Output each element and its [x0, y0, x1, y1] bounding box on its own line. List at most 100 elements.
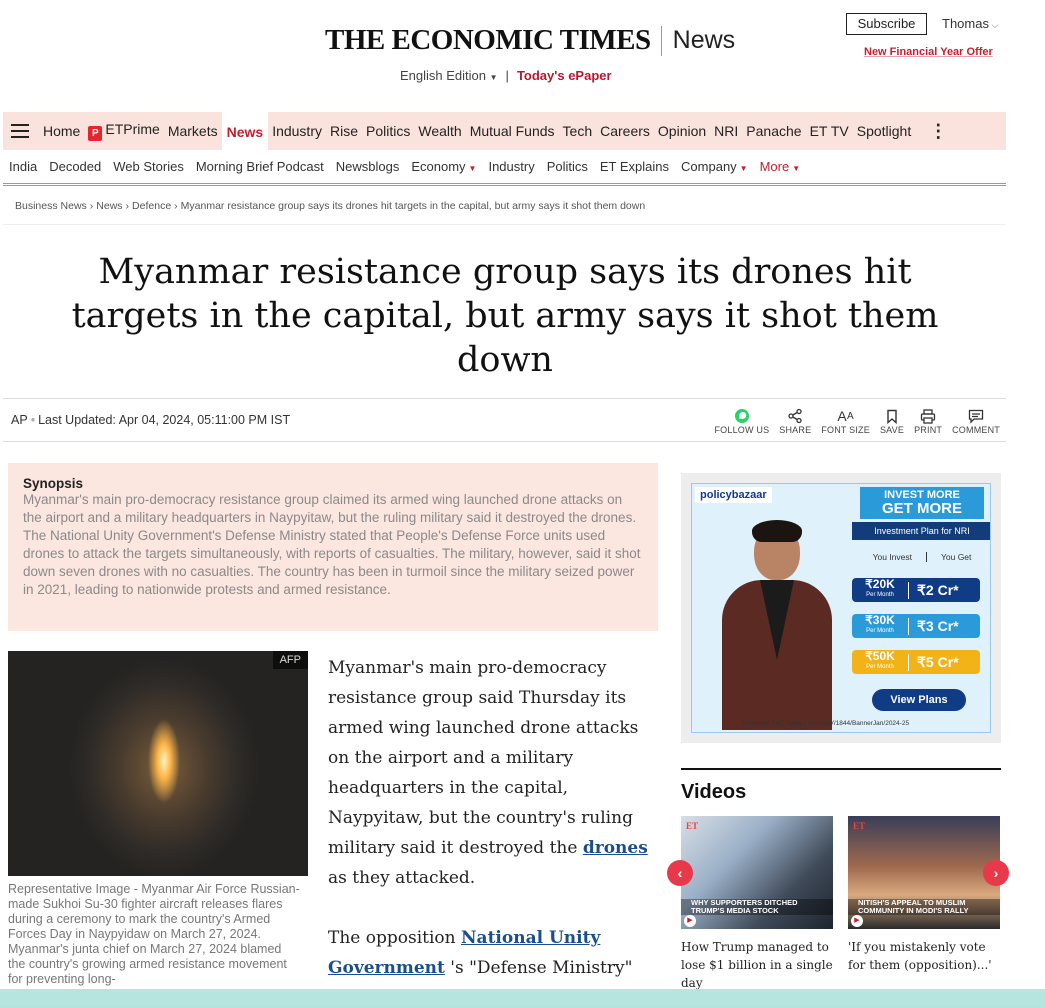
play-icon[interactable]: ▶: [851, 915, 863, 927]
breadcrumb-business-news[interactable]: Business News: [15, 200, 87, 212]
et-logo[interactable]: THE ECONOMIC TIMES News: [325, 24, 735, 57]
video-title[interactable]: 'If you mistakenly vote for them (opposi…: [848, 938, 1000, 974]
video-thumbnail[interactable]: ET WHY SUPPORTERS DITCHED TRUMP'S MEDIA …: [681, 816, 833, 929]
carousel-next-icon[interactable]: ›: [983, 860, 1009, 886]
videos-heading: Videos: [681, 781, 747, 803]
nav-item-politics[interactable]: Politics: [362, 123, 414, 139]
article-source[interactable]: AP: [11, 413, 28, 427]
nav-item-news[interactable]: News: [221, 112, 269, 150]
print-button[interactable]: PRINT: [914, 407, 942, 435]
nav-item-etprime-label: ETPrime: [105, 121, 160, 137]
ad-get-amount: ₹5 Cr*: [908, 653, 980, 671]
video-title[interactable]: How Trump managed to lose $1 billion in …: [681, 938, 833, 992]
save-button[interactable]: SAVE: [880, 407, 904, 435]
hamburger-menu-icon[interactable]: [11, 124, 29, 138]
subnav-item-newsblogs[interactable]: Newsblogs: [336, 159, 400, 174]
subscribe-button[interactable]: Subscribe: [846, 13, 927, 35]
share-icon: [787, 407, 803, 425]
divider: [3, 224, 1006, 225]
ad-get-amount: ₹2 Cr*: [908, 581, 980, 599]
nav-item-opinion[interactable]: Opinion: [654, 123, 710, 139]
subnav-item-industry[interactable]: Industry: [488, 159, 534, 174]
paragraph: Myanmar's main pro-democracy resistance …: [328, 653, 660, 893]
ad-model-image: [722, 520, 832, 730]
byline-bar: AP • Last Updated: Apr 04, 2024, 05:11:00 …: [3, 398, 1006, 442]
nav-item-spotlight[interactable]: Spotlight: [853, 123, 915, 139]
image-credit: AFP: [272, 651, 308, 669]
breadcrumb-news[interactable]: News: [96, 200, 122, 212]
subnav-item-more[interactable]: More ▼: [760, 159, 801, 174]
video-card[interactable]: ET WHY SUPPORTERS DITCHED TRUMP'S MEDIA …: [681, 816, 833, 992]
nav-item-ettv[interactable]: ET TV: [806, 123, 853, 139]
nav-item-panache[interactable]: Panache: [742, 123, 805, 139]
carousel-prev-icon[interactable]: ‹: [667, 860, 693, 886]
subnav-item-india[interactable]: India: [9, 159, 37, 174]
article-body: Myanmar's main pro-democracy resistance …: [328, 653, 660, 987]
chevron-down-icon: ▼: [468, 164, 477, 173]
logo-text[interactable]: THE ECONOMIC TIMES: [325, 24, 651, 57]
subnav-item-more-label: More: [759, 159, 790, 174]
nav-item-tech[interactable]: Tech: [559, 123, 597, 139]
section-name[interactable]: News: [673, 26, 736, 55]
videos-divider: [681, 768, 1001, 770]
etprime-icon: P: [88, 126, 103, 141]
nav-item-rise[interactable]: Rise: [326, 123, 362, 139]
breadcrumb-current: Myanmar resistance group says its drones…: [180, 200, 646, 212]
nav-item-industry[interactable]: Industry: [268, 123, 326, 139]
image-caption: Representative Image - Myanmar Air Force…: [8, 882, 300, 986]
whatsapp-icon: [734, 407, 750, 425]
nav-item-markets[interactable]: Markets: [164, 123, 222, 139]
epaper-link[interactable]: Today's ePaper: [517, 68, 612, 83]
breadcrumb-separator-icon: ›: [89, 200, 94, 212]
edition-selector[interactable]: English Edition ▼: [400, 68, 498, 83]
nav-item-careers[interactable]: Careers: [596, 123, 654, 139]
subnav-item-company[interactable]: Company ▼: [681, 159, 748, 174]
breadcrumb-separator-icon: ›: [174, 200, 178, 212]
breadcrumb-defence[interactable]: Defence: [132, 200, 171, 212]
view-plans-button[interactable]: View Plans: [872, 689, 966, 711]
synopsis-title: Synopsis: [23, 476, 84, 491]
ad-col-get: You Get: [940, 552, 972, 562]
policybazaar-logo: policybazaar: [695, 487, 772, 503]
logo-divider: [660, 25, 662, 56]
ad-fine-print: *standard T&C Apply | UIN/ADV/1844/Banne…: [742, 720, 910, 727]
paragraph-text: Myanmar's main pro-democracy resistance …: [328, 658, 639, 858]
last-updated: Last Updated: Apr 04, 2024, 05:11:00 PM …: [38, 413, 291, 427]
financial-year-offer-link[interactable]: New Financial Year Offer: [864, 46, 993, 58]
subnav-item-politics[interactable]: Politics: [547, 159, 588, 174]
main-nav: Home P ETPrime Markets News Industry Rise…: [3, 112, 1006, 150]
ad-column-labels: You Invest You Get: [852, 552, 990, 562]
policybazaar-ad[interactable]: policybazaar INVEST MORE GET MORE Invest…: [691, 483, 991, 733]
drones-link[interactable]: drones: [583, 838, 648, 858]
subnav-item-morning-brief-podcast[interactable]: Morning Brief Podcast: [196, 159, 324, 174]
edition-label: English Edition: [400, 68, 486, 83]
follow-us-button[interactable]: FOLLOW US: [714, 407, 769, 435]
subnav-item-web-stories[interactable]: Web Stories: [113, 159, 184, 174]
share-button[interactable]: SHARE: [779, 407, 811, 435]
video-card[interactable]: ET NITISH'S APPEAL TO MUSLIM COMMUNITY I…: [848, 816, 1000, 974]
play-icon[interactable]: ▶: [684, 915, 696, 927]
more-vertical-icon[interactable]: ⋮: [929, 121, 947, 142]
bookmark-icon: [886, 407, 898, 425]
chevron-down-icon: ▼: [792, 164, 801, 173]
subnav-item-decoded[interactable]: Decoded: [49, 159, 101, 174]
video-thumbnail[interactable]: ET NITISH'S APPEAL TO MUSLIM COMMUNITY I…: [848, 816, 1000, 929]
subnav-item-economy[interactable]: Economy ▼: [411, 159, 476, 174]
nav-item-etprime[interactable]: P ETPrime: [84, 121, 163, 141]
lead-image[interactable]: AFP: [8, 651, 308, 876]
nav-item-nri[interactable]: NRI: [710, 123, 742, 139]
font-size-button[interactable]: AA FONT SIZE: [821, 407, 870, 435]
comment-button[interactable]: COMMENT: [952, 407, 1000, 435]
ad-row: ₹50K Per Month ₹5 Cr*: [852, 650, 980, 674]
share-label: SHARE: [779, 425, 812, 435]
ad-panel: INVEST MORE GET MORE Investment Plan for…: [852, 484, 990, 732]
paragraph: The opposition National Unity Government…: [328, 923, 660, 987]
nav-item-home[interactable]: Home: [39, 123, 84, 139]
subnav-item-et-explains[interactable]: ET Explains: [600, 159, 669, 174]
user-menu[interactable]: Thomas ⌵: [942, 16, 998, 31]
nav-item-mutual-funds[interactable]: Mutual Funds: [466, 123, 559, 139]
ad-col-invest: You Invest: [872, 552, 912, 562]
bullet-icon: •: [30, 413, 36, 427]
article-headline: Myanmar resistance group says its drones…: [71, 252, 939, 380]
nav-item-wealth[interactable]: Wealth: [414, 123, 465, 139]
